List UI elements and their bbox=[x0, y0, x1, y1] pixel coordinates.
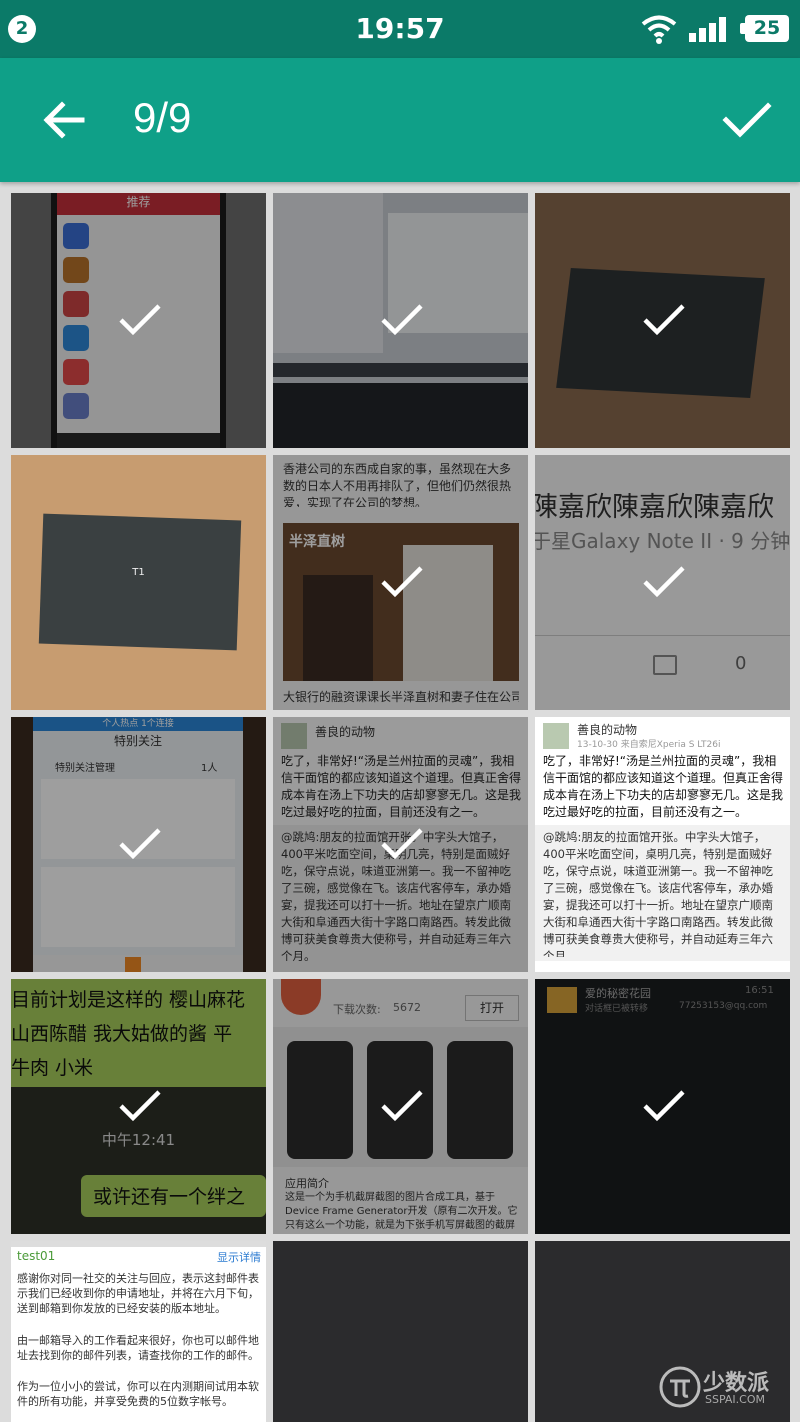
image-tile-3[interactable] bbox=[535, 193, 790, 448]
image-tile-14[interactable] bbox=[273, 1241, 528, 1422]
check-icon bbox=[381, 828, 423, 860]
email-para-1: 感谢你对同一社交的关注与回应，表示这封邮件表示我们已经收到你的申请地址，并将在六… bbox=[17, 1272, 259, 1315]
post-repost: @跳鸠:朋友的拉面馆开张。中字头大馆子，400平米吃面空间，桌明几亮，特别是面贼… bbox=[543, 830, 773, 957]
post-body: 吃了，非常好!“汤是兰州拉面的灵魂”，我相信干面馆的都应该知道这个道理。但真正舍… bbox=[543, 754, 783, 819]
post-meta: 13-10-30 来自索尼Xperia S LT26i bbox=[577, 740, 721, 750]
watermark-subtext: SSPAI.COM bbox=[705, 1393, 765, 1406]
status-bar: 2 19:57 25 bbox=[0, 0, 800, 58]
confirm-check-icon[interactable] bbox=[718, 96, 776, 144]
image-tile-7[interactable]: 个人热点 1个连接 特别关注 特别关注管理 1人 bbox=[11, 717, 266, 972]
email-para-3: 作为一位小小的尝试，你可以在内测期间试用本软件的所有功能，并享受免费的5位数字帐… bbox=[17, 1380, 259, 1408]
email-para-2: 由一邮箱导入的工作看起来很好，你也可以邮件地址去找到你的邮件列表，请查找你的工作… bbox=[17, 1334, 259, 1362]
check-icon bbox=[643, 304, 685, 336]
post-author: 善良的动物 bbox=[577, 723, 638, 737]
sspai-logo-icon bbox=[659, 1366, 701, 1408]
check-icon bbox=[119, 1090, 161, 1122]
image-tile-5[interactable]: 香港公司的东西成自家的事，虽然现在大多数的日本人不用再排队了，但他们仍然很热爱，… bbox=[273, 455, 528, 710]
back-arrow-icon[interactable] bbox=[36, 96, 92, 144]
status-time: 19:57 bbox=[355, 12, 445, 45]
image-tile-13[interactable]: test01 显示详情 感谢你对同一社交的关注与回应，表示这封邮件表示我们已经收… bbox=[11, 1241, 266, 1422]
image-tile-12[interactable]: 爱的秘密花园 16:51 对话框已被转移 77253153@qq.com bbox=[535, 979, 790, 1234]
image-tile-11[interactable]: 下载次数: 5672 打开 应用简介 这是一个为手机截屏截图的图片合成工具，基于… bbox=[273, 979, 528, 1234]
image-tile-6[interactable]: 陳嘉欣陳嘉欣陳嘉欣 于星Galaxy Note II · 9 分钟前 0 bbox=[535, 455, 790, 710]
check-icon bbox=[119, 828, 161, 860]
check-icon bbox=[119, 304, 161, 336]
show-details-link[interactable]: 显示详情 bbox=[217, 1249, 261, 1265]
image-tile-4[interactable]: T1 bbox=[11, 455, 266, 710]
check-icon bbox=[643, 566, 685, 598]
app-bar: 9/9 bbox=[0, 58, 800, 182]
image-tile-9[interactable]: 善良的动物 13-10-30 来自索尼Xperia S LT26i 吃了，非常好… bbox=[535, 717, 790, 972]
image-tile-15[interactable]: 少数派 SSPAI.COM bbox=[535, 1241, 790, 1422]
image-tile-1[interactable]: 推荐 bbox=[11, 193, 266, 448]
image-tile-8[interactable]: 善良的动物 吃了，非常好!“汤是兰州拉面的灵魂”，我相信干面馆的都应该知道这个道… bbox=[273, 717, 528, 972]
battery-indicator: 25 bbox=[740, 15, 789, 42]
avatar bbox=[543, 723, 569, 749]
check-icon bbox=[381, 1090, 423, 1122]
box-label: T1 bbox=[132, 567, 145, 578]
check-icon bbox=[381, 304, 423, 336]
image-tile-10[interactable]: 目前计划是这样的 樱山麻花 山西陈醋 我大姑做的酱 平 牛肉 小米 中午12:4… bbox=[11, 979, 266, 1234]
image-tile-2[interactable] bbox=[273, 193, 528, 448]
wifi-icon bbox=[641, 15, 677, 44]
check-icon bbox=[381, 566, 423, 598]
selection-count-title: 9/9 bbox=[133, 94, 192, 141]
check-icon bbox=[643, 1090, 685, 1122]
signal-icon bbox=[689, 17, 726, 42]
email-from: test01 bbox=[17, 1249, 56, 1263]
image-grid: 推荐 T1 香港公司的东西成自家的事，虽然现在大多数的日本人不用再排队了，但他们… bbox=[0, 182, 800, 1422]
